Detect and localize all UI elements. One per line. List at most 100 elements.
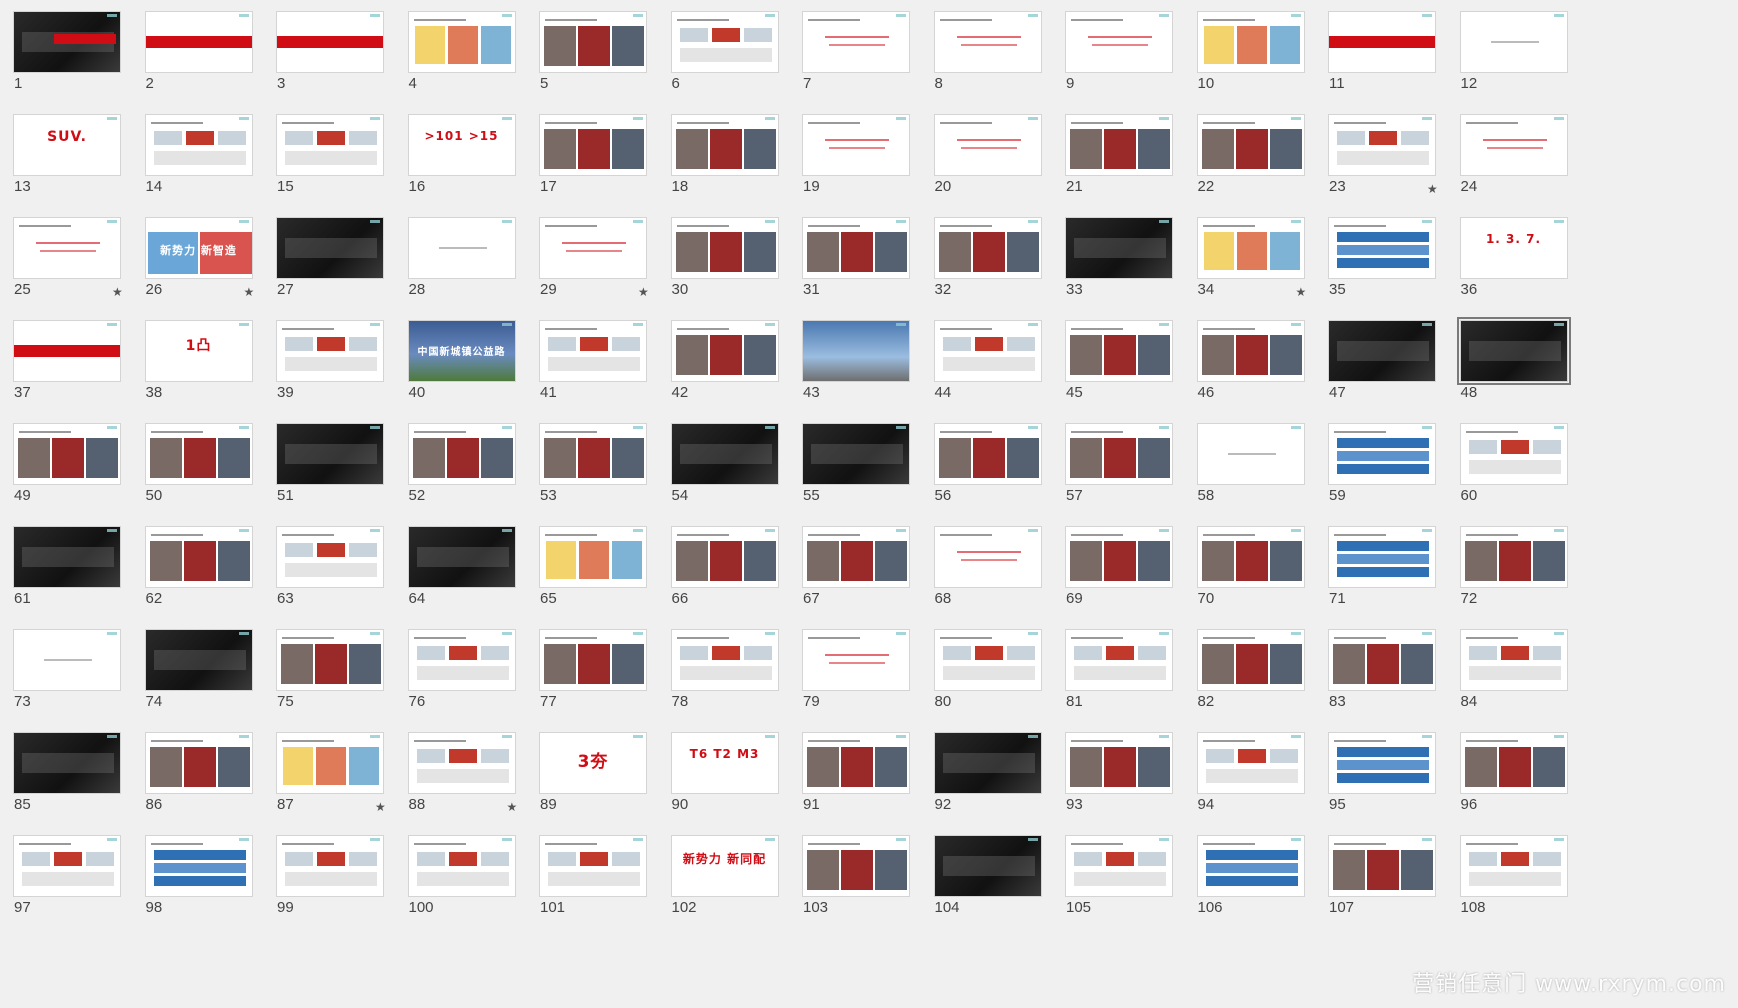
slide-thumbnail[interactable] [1196, 526, 1305, 588]
slide-thumbnail[interactable] [1328, 320, 1436, 382]
slide-thumbnail[interactable] [276, 114, 384, 176]
slide-thumbnail[interactable] [539, 217, 647, 279]
slide-thumbnail[interactable] [1065, 217, 1173, 279]
slide-thumbnail[interactable] [1196, 732, 1305, 794]
slide-thumbnail[interactable] [407, 11, 516, 73]
slide-thumbnail[interactable] [802, 423, 910, 485]
slide-thumbnail[interactable] [1459, 835, 1568, 897]
slide-thumbnail[interactable] [1196, 114, 1305, 176]
slide-thumbnail[interactable] [1328, 11, 1436, 73]
slide-thumbnail[interactable] [933, 114, 1042, 176]
slide-thumbnail[interactable] [1459, 629, 1568, 691]
slide-thumbnail[interactable] [1065, 114, 1173, 176]
slide-thumbnail[interactable] [933, 423, 1042, 485]
slide-thumbnail[interactable] [1328, 629, 1436, 691]
slide-thumbnail[interactable] [933, 320, 1042, 382]
slide-thumbnail[interactable] [276, 526, 384, 588]
slide-thumbnail[interactable] [539, 629, 647, 691]
slide-thumbnail[interactable] [1065, 526, 1173, 588]
slide-thumbnail[interactable] [802, 526, 910, 588]
slide-thumbnail[interactable] [144, 835, 253, 897]
slide-thumbnail[interactable] [1328, 217, 1436, 279]
slide-thumbnail[interactable]: 3夯 [539, 732, 647, 794]
slide-thumbnail[interactable]: 新势力 新同配 [670, 835, 779, 897]
slide-thumbnail[interactable] [407, 423, 516, 485]
slide-thumbnail[interactable] [144, 11, 253, 73]
slide-thumbnail[interactable] [276, 423, 384, 485]
slide-thumbnail[interactable] [933, 835, 1042, 897]
slide-thumbnail[interactable] [670, 629, 779, 691]
slide-thumbnail[interactable] [276, 629, 384, 691]
slide-thumbnail[interactable] [802, 114, 910, 176]
slide-thumbnail[interactable] [276, 11, 384, 73]
slide-thumbnail[interactable] [13, 732, 121, 794]
slide-thumbnail[interactable] [802, 835, 910, 897]
slide-thumbnail[interactable] [407, 732, 516, 794]
slide-thumbnail[interactable] [802, 320, 910, 382]
slide-thumbnail[interactable] [1328, 114, 1436, 176]
slide-thumbnail[interactable] [539, 526, 647, 588]
slide-thumbnail[interactable] [1456, 317, 1571, 385]
slide-thumbnail[interactable] [13, 11, 121, 73]
slide-thumbnail[interactable] [1196, 835, 1305, 897]
slide-thumbnail[interactable] [670, 526, 779, 588]
slide-thumbnail[interactable] [539, 835, 647, 897]
slide-thumbnail[interactable] [539, 320, 647, 382]
slide-thumbnail[interactable] [1459, 423, 1568, 485]
slide-thumbnail[interactable] [539, 11, 647, 73]
slide-thumbnail[interactable]: 新势力 新智造 [144, 217, 253, 279]
slide-thumbnail[interactable] [802, 732, 910, 794]
slide-thumbnail[interactable] [1196, 11, 1305, 73]
slide-thumbnail[interactable] [13, 320, 121, 382]
slide-thumbnail[interactable] [1328, 835, 1436, 897]
slide-thumbnail[interactable] [1459, 11, 1568, 73]
slide-thumbnail[interactable] [276, 217, 384, 279]
slide-thumbnail[interactable] [1459, 526, 1568, 588]
slide-thumbnail[interactable]: 1. 3. 7. [1459, 217, 1568, 279]
slide-thumbnail[interactable] [802, 11, 910, 73]
slide-thumbnail[interactable] [1065, 320, 1173, 382]
slide-thumbnail[interactable] [1196, 320, 1305, 382]
slide-thumbnail[interactable] [13, 835, 121, 897]
slide-thumbnail[interactable] [933, 526, 1042, 588]
slide-thumbnail[interactable]: 1凸 [144, 320, 253, 382]
slide-thumbnail[interactable] [13, 423, 121, 485]
slide-thumbnail[interactable]: T6 T2 M3 [670, 732, 779, 794]
slide-thumbnail[interactable] [670, 217, 779, 279]
slide-thumbnail[interactable] [144, 629, 253, 691]
slide-thumbnail[interactable] [933, 732, 1042, 794]
slide-thumbnail[interactable] [1065, 732, 1173, 794]
slide-thumbnail[interactable] [670, 11, 779, 73]
slide-thumbnail[interactable] [1459, 732, 1568, 794]
slide-thumbnail[interactable] [1196, 217, 1305, 279]
slide-thumbnail[interactable] [13, 629, 121, 691]
slide-thumbnail[interactable] [144, 423, 253, 485]
slide-thumbnail[interactable] [1328, 732, 1436, 794]
slide-thumbnail[interactable] [539, 114, 647, 176]
slide-thumbnail[interactable] [670, 114, 779, 176]
slide-thumbnail[interactable] [13, 217, 121, 279]
slide-thumbnail[interactable] [933, 217, 1042, 279]
slide-thumbnail[interactable] [1459, 114, 1568, 176]
slide-thumbnail[interactable] [670, 320, 779, 382]
slide-thumbnail[interactable] [13, 526, 121, 588]
slide-thumbnail[interactable] [1196, 423, 1305, 485]
slide-thumbnail[interactable] [1196, 629, 1305, 691]
slide-thumbnail[interactable] [933, 11, 1042, 73]
slide-thumbnail[interactable] [1065, 11, 1173, 73]
slide-thumbnail[interactable] [144, 732, 253, 794]
slide-thumbnail[interactable] [144, 526, 253, 588]
slide-thumbnail[interactable] [144, 114, 253, 176]
slide-thumbnail[interactable] [407, 526, 516, 588]
slide-thumbnail[interactable] [539, 423, 647, 485]
slide-thumbnail[interactable] [407, 835, 516, 897]
slide-thumbnail[interactable] [802, 629, 910, 691]
slide-thumbnail[interactable] [670, 423, 779, 485]
slide-thumbnail[interactable] [802, 217, 910, 279]
slide-thumbnail[interactable] [1065, 423, 1173, 485]
slide-thumbnail[interactable]: 中国新城镇公益路 [407, 320, 516, 382]
slide-thumbnail[interactable] [276, 732, 384, 794]
slide-thumbnail[interactable]: SUV. [13, 114, 121, 176]
slide-thumbnail[interactable] [276, 835, 384, 897]
slide-thumbnail[interactable] [933, 629, 1042, 691]
